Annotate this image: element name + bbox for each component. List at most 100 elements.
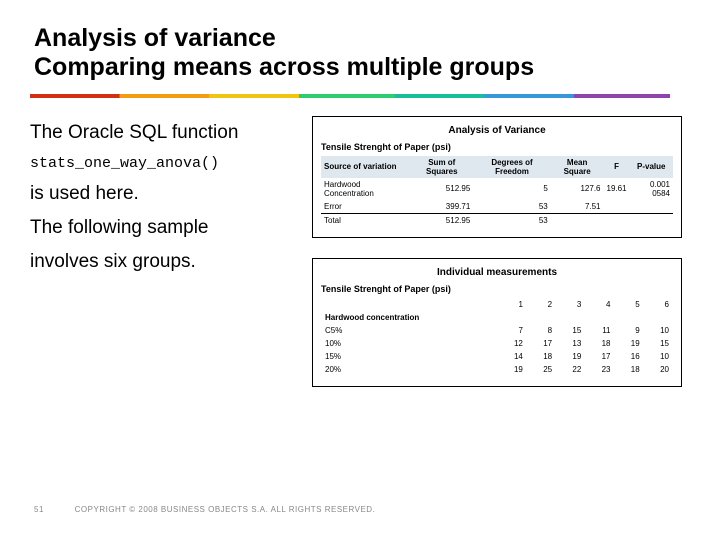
cell: 7 bbox=[498, 324, 527, 337]
cell: 512.95 bbox=[410, 178, 473, 200]
cell bbox=[498, 311, 527, 324]
content-row: The Oracle SQL function stats_one_way_an… bbox=[30, 116, 690, 387]
row-header: 15% bbox=[321, 350, 498, 363]
anova-panel: Analysis of Variance Tensile Strenght of… bbox=[312, 116, 682, 238]
cell: Hardwood Concentration bbox=[321, 178, 410, 200]
body-line: involves six groups. bbox=[30, 245, 300, 279]
panel-subhead: Tensile Strenght of Paper (psi) bbox=[321, 284, 673, 294]
cell: 7.51 bbox=[551, 200, 604, 214]
cell: 18 bbox=[527, 350, 556, 363]
cell: 399.71 bbox=[410, 200, 473, 214]
table-row-total: Total 512.95 53 bbox=[321, 213, 673, 227]
cell bbox=[556, 311, 585, 324]
cell: 9 bbox=[615, 324, 644, 337]
slide-title: Analysis of variance Comparing means acr… bbox=[34, 24, 690, 82]
col-header: 6 bbox=[644, 298, 673, 311]
col-header: 5 bbox=[615, 298, 644, 311]
cell: 12 bbox=[498, 337, 527, 350]
cell bbox=[630, 213, 673, 227]
cell: 16 bbox=[615, 350, 644, 363]
cell: 53 bbox=[473, 213, 551, 227]
table-header-row: Source of variation Sum of Squares Degre… bbox=[321, 156, 673, 178]
cell: 10 bbox=[644, 350, 673, 363]
measurements-panel: Individual measurements Tensile Strenght… bbox=[312, 258, 682, 387]
cell: 19 bbox=[498, 363, 527, 376]
cell bbox=[644, 311, 673, 324]
cell: 15 bbox=[556, 324, 585, 337]
cell: 8 bbox=[527, 324, 556, 337]
table-row: Hardwood concentration bbox=[321, 311, 673, 324]
col-header: 4 bbox=[585, 298, 614, 311]
row-header: Hardwood concentration bbox=[321, 311, 498, 324]
row-header: 20% bbox=[321, 363, 498, 376]
cell bbox=[551, 213, 604, 227]
cell: 15 bbox=[644, 337, 673, 350]
cell: 18 bbox=[615, 363, 644, 376]
title-line-1: Analysis of variance bbox=[34, 24, 276, 52]
panel-subhead: Tensile Strenght of Paper (psi) bbox=[321, 142, 673, 152]
col-header: Source of variation bbox=[321, 156, 410, 178]
col-header: Degrees of Freedom bbox=[473, 156, 551, 178]
anova-table: Source of variation Sum of Squares Degre… bbox=[321, 156, 673, 227]
table-row: Error 399.71 53 7.51 bbox=[321, 200, 673, 214]
cell: 19.61 bbox=[604, 178, 630, 200]
col-header: 1 bbox=[498, 298, 527, 311]
cell: 53 bbox=[473, 200, 551, 214]
cell: 22 bbox=[556, 363, 585, 376]
page-number: 51 bbox=[34, 505, 44, 514]
panel-title: Individual measurements bbox=[321, 267, 673, 278]
table-row: 15% 14 18 19 17 16 10 bbox=[321, 350, 673, 363]
cell: 10 bbox=[644, 324, 673, 337]
cell: 23 bbox=[585, 363, 614, 376]
body-line: The following sample bbox=[30, 211, 300, 245]
row-header: 10% bbox=[321, 337, 498, 350]
cell bbox=[615, 311, 644, 324]
cell: 17 bbox=[585, 350, 614, 363]
right-column: Analysis of Variance Tensile Strenght of… bbox=[312, 116, 682, 387]
cell: 18 bbox=[585, 337, 614, 350]
row-header: C5% bbox=[321, 324, 498, 337]
copyright: COPYRIGHT © 2008 BUSINESS OBJECTS S.A. A… bbox=[75, 505, 376, 514]
table-row: 20% 19 25 22 23 18 20 bbox=[321, 363, 673, 376]
col-header: P-value bbox=[630, 156, 673, 178]
cell: 512.95 bbox=[410, 213, 473, 227]
table-row: 10% 12 17 13 18 19 15 bbox=[321, 337, 673, 350]
col-header: F bbox=[604, 156, 630, 178]
cell: 17 bbox=[527, 337, 556, 350]
slide: Analysis of variance Comparing means acr… bbox=[0, 0, 720, 540]
col-header: 2 bbox=[527, 298, 556, 311]
cell: Total bbox=[321, 213, 410, 227]
cell: 19 bbox=[615, 337, 644, 350]
cell: 0.001 0584 bbox=[630, 178, 673, 200]
table-row: C5% 7 8 15 11 9 10 bbox=[321, 324, 673, 337]
code-snippet: stats_one_way_anova() bbox=[30, 150, 300, 177]
col-header: Mean Square bbox=[551, 156, 604, 178]
cell: Error bbox=[321, 200, 410, 214]
cell: 19 bbox=[556, 350, 585, 363]
cell: 13 bbox=[556, 337, 585, 350]
cell: 127.6 bbox=[551, 178, 604, 200]
cell bbox=[630, 200, 673, 214]
cell bbox=[604, 213, 630, 227]
table-header-row: 1 2 3 4 5 6 bbox=[321, 298, 673, 311]
body-line: is used here. bbox=[30, 177, 300, 211]
body-line: The Oracle SQL function bbox=[30, 116, 300, 150]
col-header-blank bbox=[321, 298, 498, 311]
title-line-2: Comparing means across multiple groups bbox=[34, 53, 534, 81]
cell: 5 bbox=[473, 178, 551, 200]
table-row: Hardwood Concentration 512.95 5 127.6 19… bbox=[321, 178, 673, 200]
panel-title: Analysis of Variance bbox=[321, 125, 673, 136]
cell: 14 bbox=[498, 350, 527, 363]
cell bbox=[604, 200, 630, 214]
cell: 25 bbox=[527, 363, 556, 376]
col-header: Sum of Squares bbox=[410, 156, 473, 178]
cell bbox=[585, 311, 614, 324]
cell: 20 bbox=[644, 363, 673, 376]
col-header: 3 bbox=[556, 298, 585, 311]
divider-rainbow bbox=[30, 94, 670, 98]
footer: 51 COPYRIGHT © 2008 BUSINESS OBJECTS S.A… bbox=[34, 505, 375, 514]
cell bbox=[527, 311, 556, 324]
body-text: The Oracle SQL function stats_one_way_an… bbox=[30, 116, 300, 387]
cell: 11 bbox=[585, 324, 614, 337]
measurements-table: 1 2 3 4 5 6 Hardwood concentration bbox=[321, 298, 673, 376]
